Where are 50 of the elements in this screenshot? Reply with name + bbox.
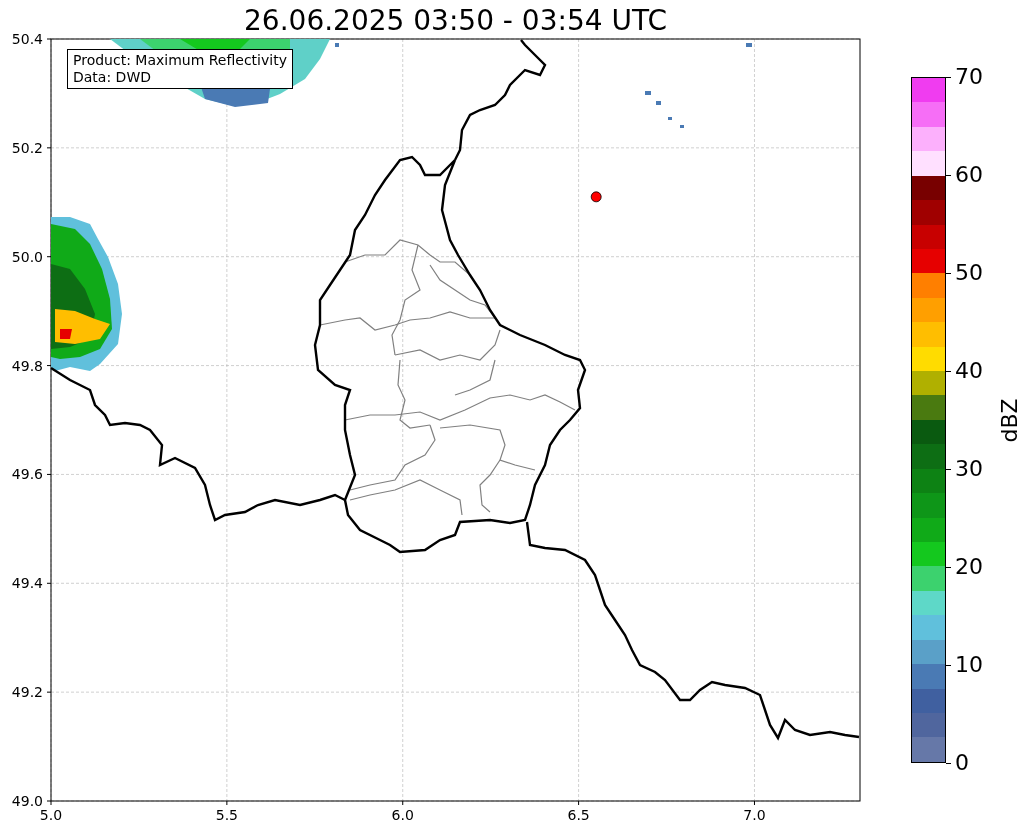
colorbar-tick-label: 10: [955, 652, 983, 678]
x-tick-label: 5.5: [215, 807, 238, 823]
tick-mark: [946, 273, 951, 274]
y-tick-label: 50.4: [11, 31, 43, 47]
tick-mark: [46, 38, 52, 40]
tick-mark: [46, 691, 52, 693]
tick-mark: [226, 800, 228, 806]
y-tick-label: 50.0: [11, 248, 43, 265]
tick-mark: [46, 365, 52, 367]
colorbar-tick-label: 50: [955, 260, 983, 286]
colorbar-tick-label: 20: [955, 554, 983, 580]
tick-mark: [578, 800, 580, 806]
tick-mark: [754, 800, 755, 806]
chart-title: 26.06.2025 03:50 - 03:54 UTC: [244, 3, 667, 39]
tick-mark: [402, 800, 404, 806]
tick-mark: [46, 256, 52, 258]
colorbar-tick-label: 40: [955, 358, 983, 384]
tick-mark: [46, 147, 52, 149]
legend-text: Product: Maximum Reflectivity: [73, 52, 287, 69]
tick-mark: [946, 763, 951, 764]
x-tick-label: 6.5: [567, 807, 590, 823]
y-tick-label: 49.6: [11, 466, 43, 483]
radar-echo-speck: [746, 43, 752, 47]
x-tick-label: 7.0: [743, 807, 766, 823]
radar-echo-area: [180, 39, 250, 51]
radar-echo-speck: [668, 117, 672, 120]
x-tick-label: 5.0: [39, 807, 63, 823]
x-tick-label: 6.0: [391, 807, 414, 823]
y-tick-label: 49.2: [11, 684, 43, 701]
tick-mark: [946, 77, 951, 78]
colorbar-tick-label: 70: [955, 64, 983, 90]
tick-mark: [946, 567, 951, 568]
tick-mark: [946, 469, 951, 470]
legend-text: Data: DWD: [73, 69, 152, 86]
tick-mark: [946, 371, 951, 372]
radar-echo-speck: [335, 43, 339, 47]
y-tick-label: 49.4: [11, 575, 43, 592]
colorbar-tick-label: 30: [955, 456, 983, 482]
radar-echo-speck: [656, 101, 661, 105]
y-tick-label: 49.8: [11, 357, 43, 374]
colorbar-tick-label: 0: [955, 750, 969, 776]
colorbar-label: dBZ: [995, 397, 1023, 443]
y-tick-label: 50.2: [11, 139, 43, 156]
tick-mark: [946, 175, 951, 176]
y-tick-label: 49.0: [11, 793, 43, 809]
tick-mark: [946, 665, 951, 666]
tick-mark: [46, 582, 52, 584]
tick-mark: [46, 473, 52, 475]
radar-echo-speck: [680, 125, 684, 128]
colorbar-tick-label: 60: [955, 162, 983, 188]
